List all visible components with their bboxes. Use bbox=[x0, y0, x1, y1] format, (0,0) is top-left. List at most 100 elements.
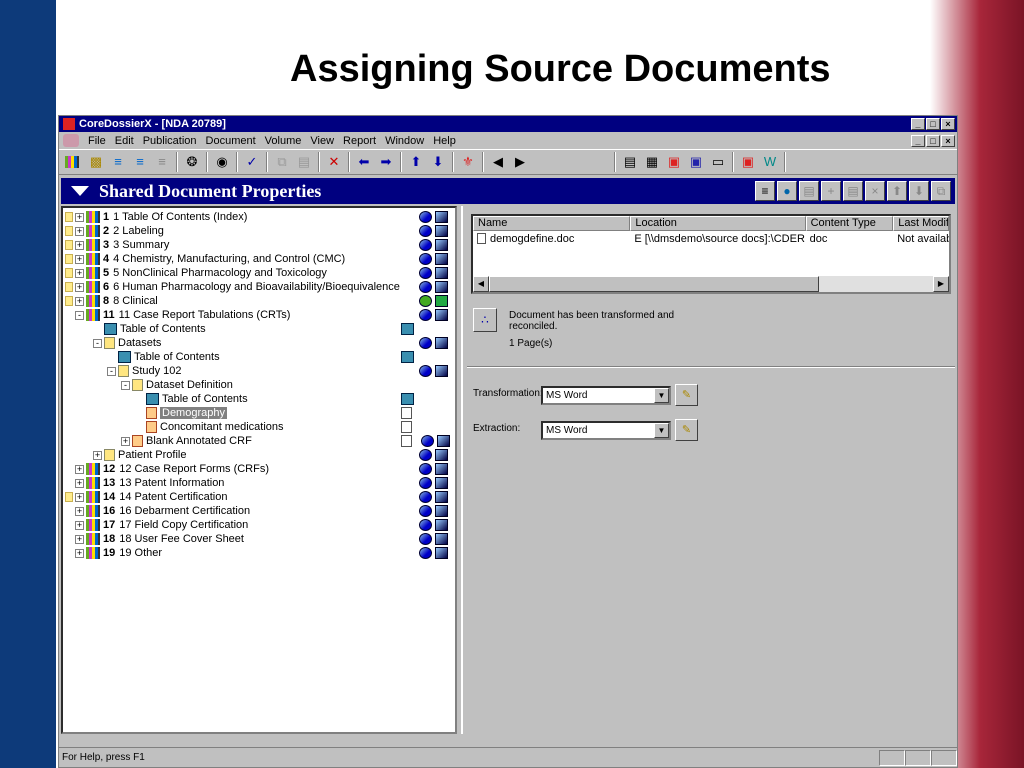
child-restore-button[interactable]: □ bbox=[926, 134, 940, 147]
tree-item[interactable]: +16 16 Debarment Certification bbox=[65, 504, 250, 518]
scroll-left-icon[interactable]: ◀ bbox=[490, 154, 506, 170]
chevron-down-icon[interactable]: ▼ bbox=[654, 388, 669, 403]
tree-item[interactable]: +2 2 Labeling bbox=[65, 224, 164, 238]
new-pdf-doc-icon[interactable]: ▣ bbox=[666, 154, 682, 170]
book-icon[interactable] bbox=[435, 309, 448, 321]
scroll-left-button[interactable]: ◀ bbox=[473, 276, 489, 292]
tree-item[interactable]: +8 8 Clinical bbox=[65, 294, 158, 308]
list-button[interactable]: ▤ bbox=[799, 181, 819, 201]
tree-item[interactable]: Table of Contents bbox=[107, 350, 220, 364]
move-down-button[interactable]: ⬇ bbox=[909, 181, 929, 201]
arrow-left-icon[interactable]: ⬅ bbox=[356, 154, 372, 170]
book-icon[interactable] bbox=[435, 253, 448, 265]
collapse-icon[interactable]: - bbox=[93, 338, 102, 348]
menu-file[interactable]: File bbox=[88, 135, 106, 147]
new-text-doc-icon[interactable]: ▤ bbox=[622, 154, 638, 170]
book-icon[interactable] bbox=[435, 463, 448, 475]
edit-extraction-button[interactable]: ✎ bbox=[675, 419, 698, 441]
scroll-thumb[interactable] bbox=[489, 276, 819, 292]
globe-button[interactable]: ● bbox=[777, 181, 797, 201]
tree-item[interactable]: Table of Contents bbox=[135, 392, 248, 406]
publish-ball-icon[interactable] bbox=[419, 491, 432, 503]
publish-ball-icon[interactable] bbox=[419, 211, 432, 223]
transformation-select[interactable]: MS Word ▼ bbox=[541, 386, 671, 405]
publish-ball-icon[interactable] bbox=[419, 477, 432, 489]
close-button[interactable]: × bbox=[941, 118, 955, 130]
expand-icon[interactable]: + bbox=[93, 450, 102, 460]
properties-button[interactable]: ≡ bbox=[755, 181, 775, 201]
tree-item[interactable]: - Dataset Definition bbox=[121, 378, 233, 392]
menu-publication[interactable]: Publication bbox=[143, 135, 197, 147]
expand-icon[interactable]: + bbox=[75, 548, 84, 558]
volume-icon[interactable] bbox=[65, 156, 79, 168]
tree-item[interactable]: +6 6 Human Pharmacology and Bioavailabili… bbox=[65, 280, 400, 294]
transform-status-button[interactable]: ∴ bbox=[473, 308, 497, 332]
expand-icon[interactable]: + bbox=[75, 254, 84, 264]
publish-ball-icon[interactable] bbox=[419, 449, 432, 461]
tree-item[interactable]: Table of Contents bbox=[93, 322, 206, 336]
menu-volume[interactable]: Volume bbox=[265, 135, 302, 147]
scroll-right-button[interactable]: ▶ bbox=[933, 276, 949, 292]
publish-ball-icon[interactable] bbox=[419, 253, 432, 265]
expand-icon[interactable]: + bbox=[75, 478, 84, 488]
book-icon[interactable] bbox=[435, 211, 448, 223]
tree-item[interactable]: +14 14 Patent Certification bbox=[65, 490, 227, 504]
tree-item[interactable]: +4 4 Chemistry, Manufacturing, and Contro… bbox=[65, 252, 345, 266]
expand-icon[interactable]: + bbox=[75, 520, 84, 530]
book-icon[interactable] bbox=[435, 533, 448, 545]
chart-icon[interactable]: ▩ bbox=[88, 154, 104, 170]
expand-icon[interactable]: + bbox=[75, 268, 84, 278]
chevron-down-icon[interactable]: ▼ bbox=[654, 423, 669, 438]
check-icon[interactable] bbox=[419, 295, 432, 307]
menu-help[interactable]: Help bbox=[433, 135, 456, 147]
tree-item[interactable]: +17 17 Field Copy Certification bbox=[65, 518, 248, 532]
file-row[interactable]: demogdefine.doc E [\\dmsdemo\source docs… bbox=[473, 231, 949, 246]
child-minimize-button[interactable]: _ bbox=[911, 134, 925, 147]
publish-ball-icon[interactable] bbox=[419, 281, 432, 293]
expand-icon[interactable]: + bbox=[121, 436, 130, 446]
book-icon[interactable] bbox=[437, 435, 450, 447]
tree-item[interactable]: +13 13 Patent Information bbox=[65, 476, 224, 490]
publish-ball-icon[interactable] bbox=[419, 337, 432, 349]
child-close-button[interactable]: × bbox=[941, 134, 955, 147]
add-child-button[interactable]: ▤ bbox=[843, 181, 863, 201]
book-icon[interactable] bbox=[435, 477, 448, 489]
publish-ball-icon[interactable] bbox=[419, 365, 432, 377]
publish-ball-icon[interactable] bbox=[419, 225, 432, 237]
source-file-list[interactable]: Name Location Content Type Last Modifie … bbox=[471, 214, 951, 294]
expand-icon[interactable]: + bbox=[75, 506, 84, 516]
expand-icon[interactable]: + bbox=[75, 534, 84, 544]
new-image-doc-icon[interactable]: ▦ bbox=[644, 154, 660, 170]
publish-ball-icon[interactable] bbox=[419, 309, 432, 321]
book-icon[interactable] bbox=[435, 505, 448, 517]
remove-button[interactable]: × bbox=[865, 181, 885, 201]
acrobat-doc-icon[interactable]: ▣ bbox=[740, 154, 756, 170]
minimize-button[interactable]: _ bbox=[911, 118, 925, 130]
collapse-icon[interactable]: - bbox=[107, 366, 116, 376]
copy-icon[interactable]: ⧉ bbox=[274, 154, 290, 170]
menu-report[interactable]: Report bbox=[343, 135, 376, 147]
tree-item[interactable]: - Datasets bbox=[93, 336, 161, 350]
tree-item[interactable]: +12 12 Case Report Forms (CRFs) bbox=[65, 462, 269, 476]
book-icon[interactable] bbox=[435, 281, 448, 293]
collapse-triangle-icon[interactable] bbox=[71, 186, 89, 196]
book-icon[interactable] bbox=[435, 449, 448, 461]
scroll-right-icon[interactable]: ▶ bbox=[512, 154, 528, 170]
arrow-down-icon[interactable]: ⬇ bbox=[430, 154, 446, 170]
binoculars-icon[interactable]: ◉ bbox=[214, 154, 230, 170]
document-tree[interactable]: +1 1 Table Of Contents (Index) +2 2 Labelin… bbox=[61, 206, 457, 734]
extraction-select[interactable]: MS Word ▼ bbox=[541, 421, 671, 440]
move-up-button[interactable]: ⬆ bbox=[887, 181, 907, 201]
book-icon[interactable] bbox=[435, 547, 448, 559]
tree-item[interactable]: +1 1 Table Of Contents (Index) bbox=[65, 210, 247, 224]
publish-ball-icon[interactable] bbox=[421, 435, 434, 447]
add-button[interactable]: + bbox=[821, 181, 841, 201]
book-icon[interactable] bbox=[435, 225, 448, 237]
book-icon[interactable] bbox=[435, 239, 448, 251]
menu-edit[interactable]: Edit bbox=[115, 135, 134, 147]
publish-ball-icon[interactable] bbox=[419, 267, 432, 279]
tree-item[interactable]: +18 18 User Fee Cover Sheet bbox=[65, 532, 244, 546]
tree-item[interactable]: +19 19 Other bbox=[65, 546, 162, 560]
book-icon[interactable] bbox=[435, 365, 448, 377]
word-doc-icon[interactable]: W bbox=[762, 154, 778, 170]
